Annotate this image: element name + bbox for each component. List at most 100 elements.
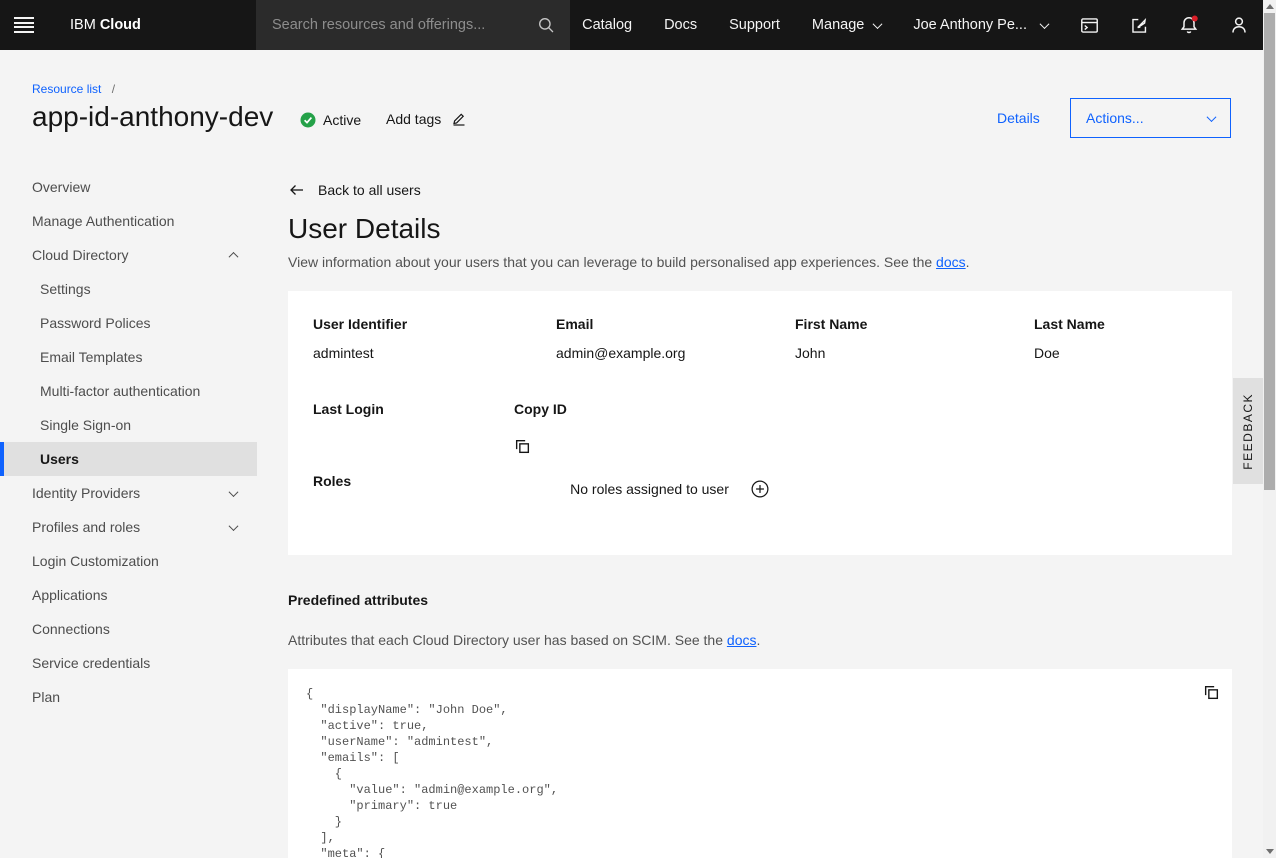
notifications-icon	[1179, 15, 1199, 35]
avatar-button[interactable]	[1214, 0, 1264, 50]
notifications-button[interactable]	[1164, 0, 1214, 50]
feedback-tab[interactable]: FEEDBACK	[1233, 378, 1263, 484]
search-icon	[537, 16, 555, 34]
ibm-cloud-logo[interactable]: IBM Cloud	[70, 0, 141, 50]
header-search	[256, 0, 570, 50]
chevron-down-icon	[1040, 19, 1050, 29]
code-line: "primary": true	[306, 798, 1192, 814]
email-label: Email	[556, 316, 795, 332]
predefined-attributes-subtitle: Attributes that each Cloud Directory use…	[288, 632, 1232, 648]
breadcrumb-separator: /	[112, 82, 115, 96]
code-line: "meta": {	[306, 846, 1192, 858]
code-line: "active": true,	[306, 718, 1192, 734]
page-title: app-id-anthony-dev	[32, 101, 273, 133]
top-header-bar: IBM Cloud Catalog Docs Support Manage Jo…	[0, 0, 1276, 50]
section-subtitle: View information about your users that y…	[288, 254, 1232, 270]
cloud-shell-icon	[1080, 16, 1099, 35]
chevron-down-icon	[229, 521, 239, 531]
last-login-label: Last Login	[313, 401, 514, 417]
copy-snippet-button[interactable]	[1203, 683, 1221, 701]
nav-docs[interactable]: Docs	[648, 0, 713, 50]
actions-dropdown[interactable]: Actions...	[1070, 98, 1231, 138]
code-line: }	[306, 814, 1192, 830]
user-identifier-value: admintest	[313, 345, 556, 361]
sidebar-item-cloud-directory[interactable]: Cloud Directory	[0, 238, 257, 272]
first-name-value: John	[795, 345, 1034, 361]
search-input[interactable]	[256, 0, 522, 50]
chevron-down-icon	[229, 487, 239, 497]
cloud-shell-button[interactable]	[1064, 0, 1114, 50]
sidebar-item-profiles-and-roles[interactable]: Profiles and roles	[0, 510, 257, 544]
status-badge: Active	[300, 112, 361, 128]
copy-id-button[interactable]	[514, 437, 532, 455]
actions-label: Actions...	[1086, 110, 1144, 126]
sidebar-item-email-templates[interactable]: Email Templates	[0, 340, 257, 374]
nav-manage-label: Manage	[812, 17, 864, 33]
user-identifier-label: User Identifier	[313, 316, 556, 332]
edit-pencil-icon	[451, 111, 467, 127]
docs-link[interactable]: docs	[727, 632, 757, 648]
add-role-button[interactable]	[751, 480, 769, 498]
scrollbar-down-arrow[interactable]	[1266, 849, 1274, 854]
chevron-down-icon	[1207, 112, 1217, 122]
sidebar-item-multi-factor-authentication[interactable]: Multi-factor authentication	[0, 374, 257, 408]
sidebar-item-users[interactable]: Users	[0, 442, 257, 476]
sidebar-item-manage-authentication[interactable]: Manage Authentication	[0, 204, 257, 238]
breadcrumb: Resource list /	[32, 82, 115, 96]
account-name-label: Joe Anthony Pe...	[913, 17, 1027, 33]
account-menu[interactable]: Joe Anthony Pe...	[897, 0, 1064, 50]
chevron-down-icon	[873, 19, 883, 29]
last-name-label: Last Name	[1034, 316, 1207, 332]
add-icon	[751, 480, 769, 498]
scrollbar-thumb[interactable]	[1264, 13, 1275, 490]
sidebar-item-service-credentials[interactable]: Service credentials	[0, 646, 257, 680]
sidebar-item-settings[interactable]: Settings	[0, 272, 257, 306]
feedback-label: FEEDBACK	[1241, 393, 1255, 470]
sidebar-item-overview[interactable]: Overview	[0, 170, 257, 204]
add-tags-button[interactable]: Add tags	[386, 111, 467, 127]
predefined-attributes-heading: Predefined attributes	[288, 592, 1232, 608]
docs-link[interactable]: docs	[936, 254, 966, 270]
code-line: ],	[306, 830, 1192, 846]
sidebar-item-identity-providers[interactable]: Identity Providers	[0, 476, 257, 510]
back-to-all-users-link[interactable]: Back to all users	[288, 182, 421, 198]
edit-icon	[1130, 16, 1149, 35]
page-scrollbar	[1263, 0, 1276, 858]
copy-icon	[514, 438, 531, 455]
sidebar-item-password-polices[interactable]: Password Polices	[0, 306, 257, 340]
sidebar-item-connections[interactable]: Connections	[0, 612, 257, 646]
code-line: "userName": "admintest",	[306, 734, 1192, 750]
header-right-nav: Catalog Docs Support Manage Joe Anthony …	[566, 0, 1264, 50]
copy-id-label: Copy ID	[514, 401, 1207, 417]
sidebar-item-applications[interactable]: Applications	[0, 578, 257, 612]
sidebar-item-plan[interactable]: Plan	[0, 680, 257, 714]
avatar-icon	[1229, 15, 1249, 35]
status-label: Active	[323, 112, 361, 128]
service-sidebar-nav: Overview Manage Authentication Cloud Dir…	[0, 170, 257, 714]
scrollbar-up-arrow[interactable]	[1266, 4, 1274, 9]
hamburger-menu-button[interactable]	[0, 0, 48, 50]
chevron-up-icon	[229, 251, 239, 261]
section-heading: User Details	[288, 213, 1232, 245]
nav-support[interactable]: Support	[713, 0, 796, 50]
code-line: "value": "admin@example.org",	[306, 782, 1192, 798]
arrow-left-icon	[288, 182, 305, 198]
first-name-label: First Name	[795, 316, 1034, 332]
add-tags-label: Add tags	[386, 111, 441, 127]
logo-ibm-text: IBM	[70, 17, 96, 33]
details-link[interactable]: Details	[997, 110, 1040, 126]
search-button[interactable]	[522, 0, 570, 50]
sidebar-item-login-customization[interactable]: Login Customization	[0, 544, 257, 578]
user-details-card: User Identifier admintest Email admin@ex…	[288, 291, 1232, 555]
nav-manage-menu[interactable]: Manage	[796, 0, 897, 50]
logo-cloud-text: Cloud	[100, 17, 141, 33]
breadcrumb-resource-list-link[interactable]: Resource list	[32, 82, 101, 96]
main-content: Back to all users User Details View info…	[288, 182, 1232, 858]
notification-dot	[1192, 16, 1198, 22]
scim-code-snippet: { "displayName": "John Doe", "active": t…	[288, 669, 1232, 858]
app-window: IBM Cloud Catalog Docs Support Manage Jo…	[0, 0, 1276, 858]
edit-shortcut-button[interactable]	[1114, 0, 1164, 50]
nav-catalog[interactable]: Catalog	[566, 0, 648, 50]
sidebar-item-single-sign-on[interactable]: Single Sign-on	[0, 408, 257, 442]
code-line: {	[306, 766, 1192, 782]
